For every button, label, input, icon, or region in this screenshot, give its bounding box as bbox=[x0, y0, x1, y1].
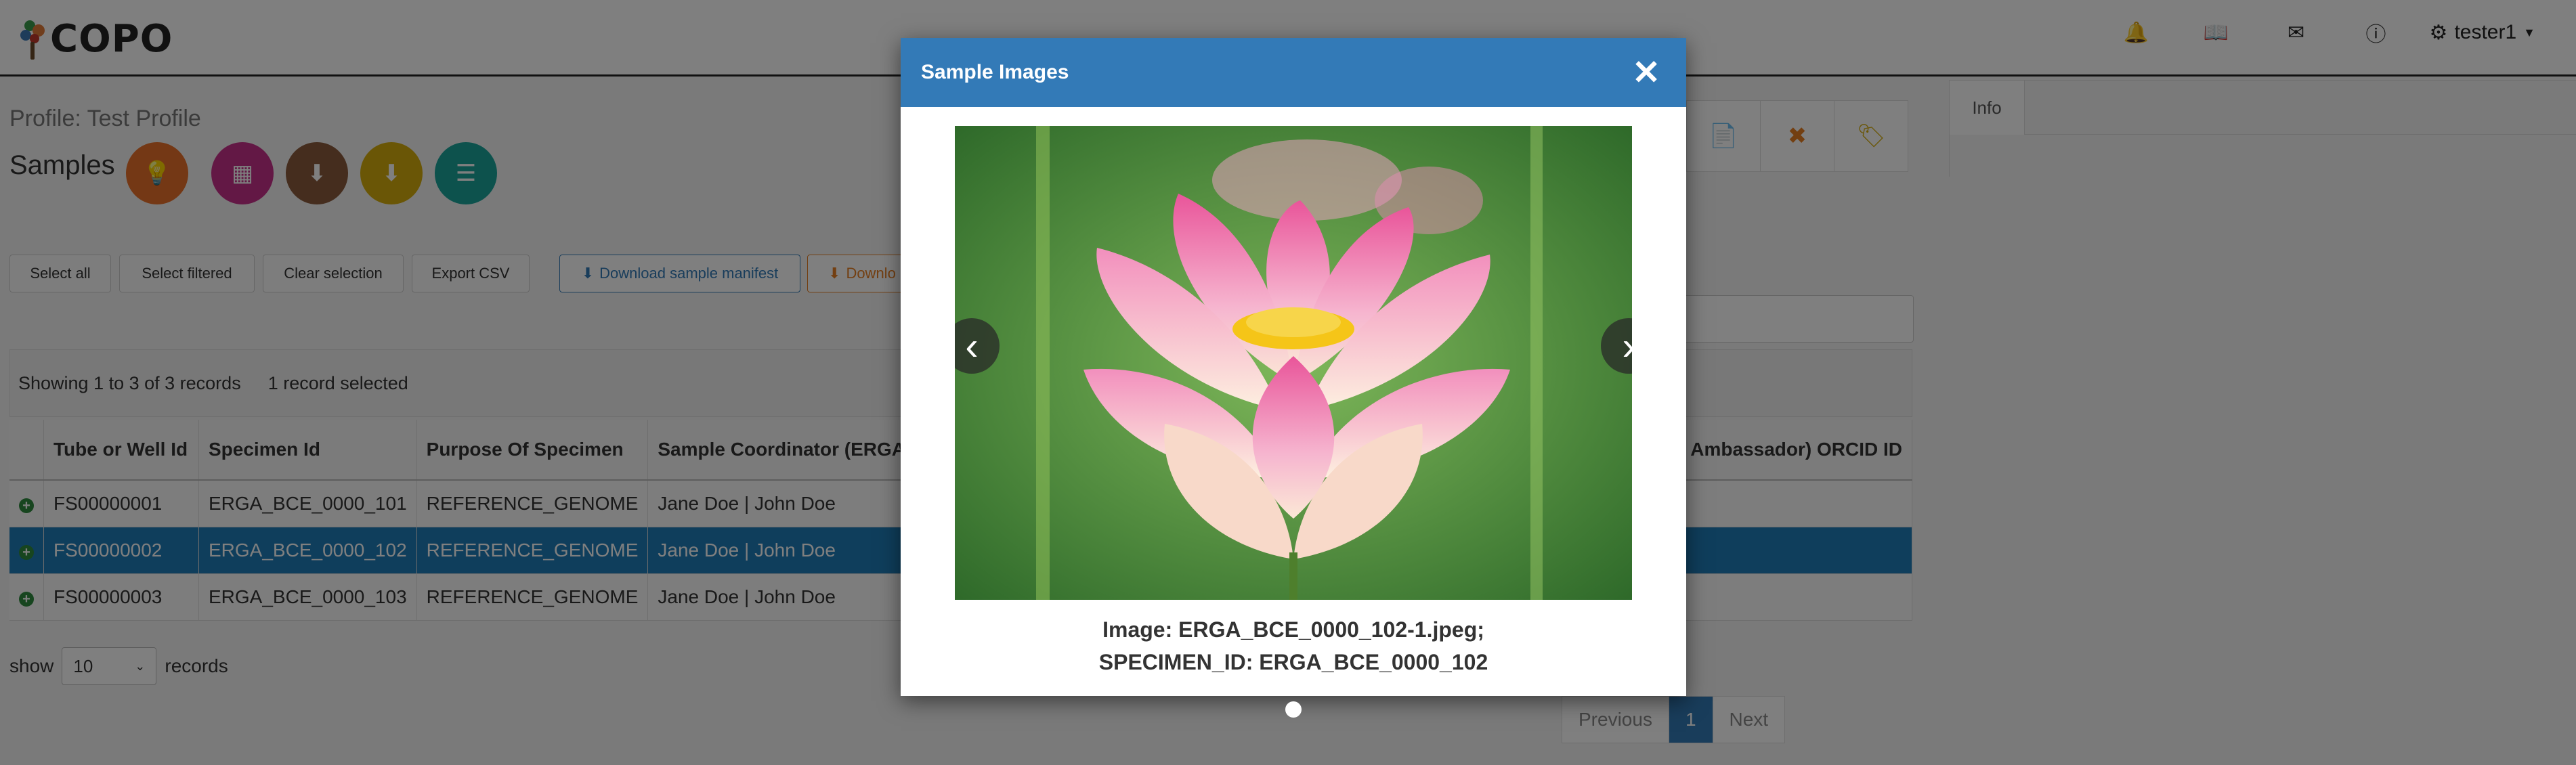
caption-specimen-id: SPECIMEN_ID: ERGA_BCE_0000_102 bbox=[1098, 650, 1488, 674]
close-icon[interactable]: ✕ bbox=[1632, 56, 1660, 89]
modal-title: Sample Images bbox=[921, 61, 1069, 83]
carousel-indicator-dot[interactable] bbox=[1285, 701, 1302, 718]
lotus-flower-image bbox=[955, 126, 1632, 600]
chevron-right-icon: › bbox=[1622, 324, 1632, 369]
image-caption: Image: ERGA_BCE_0000_102-1.jpeg; SPECIME… bbox=[901, 613, 1686, 678]
sample-images-modal: Sample Images ✕ ‹ Image: ERGA_BCE_0000_1… bbox=[901, 38, 1686, 696]
modal-header: Sample Images ✕ bbox=[901, 38, 1686, 107]
sample-image: ‹ › bbox=[955, 126, 1632, 600]
chevron-left-icon: ‹ bbox=[965, 324, 979, 368]
caption-image-name: Image: ERGA_BCE_0000_102-1.jpeg; bbox=[1102, 617, 1484, 642]
